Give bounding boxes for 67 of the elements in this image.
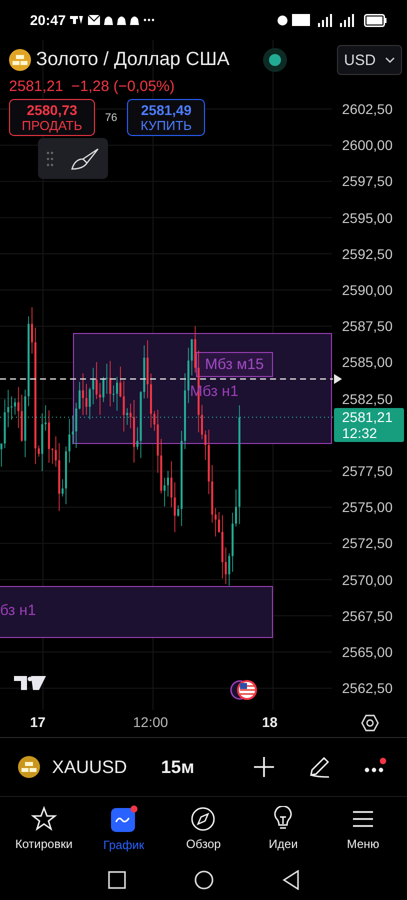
- status-time: 20:47: [30, 12, 66, 28]
- interval-button[interactable]: 15м: [161, 756, 194, 778]
- nav-tab[interactable]: Идеи: [245, 806, 322, 851]
- price-axis-label: 2602,50: [342, 100, 393, 118]
- signal-icon: [318, 14, 332, 26]
- nav-tab[interactable]: Меню: [325, 806, 402, 851]
- price-axis-label: 2590,00: [342, 281, 393, 299]
- nav-tab[interactable]: График: [86, 805, 162, 852]
- recent-apps-icon[interactable]: [108, 871, 126, 889]
- signal-icon: [340, 14, 354, 26]
- drag-handle-icon[interactable]: [46, 150, 54, 166]
- symbol-title: Золото / Доллар США: [36, 49, 230, 71]
- buy-button[interactable]: 2581,49 КУПИТЬ: [127, 99, 206, 136]
- compass-icon: [190, 806, 216, 832]
- price-axis-label: 2587,50: [342, 317, 393, 336]
- zone-label: Мбз м15: [196, 352, 273, 377]
- price-axis-label: 2600,00: [342, 136, 393, 154]
- time-axis-label: 17: [30, 714, 46, 730]
- bell-icon: [130, 14, 139, 26]
- settings-icon[interactable]: [361, 714, 379, 732]
- arrow-icon: [334, 374, 342, 384]
- flag-icon: [230, 680, 257, 700]
- mail-icon: [88, 15, 100, 25]
- plus-icon[interactable]: [253, 756, 275, 778]
- price-axis-label: 2567,50: [342, 606, 393, 625]
- price-change: −1,28 (−0,05%): [71, 78, 175, 95]
- price-axis-label: 2565,00: [342, 643, 393, 661]
- time-axis-label: 12:00: [133, 714, 168, 730]
- currency-dropdown[interactable]: USD: [337, 45, 402, 75]
- price-axis-label: 2585,00: [342, 353, 393, 372]
- price-axis-label: 2597,50: [342, 172, 393, 190]
- price-axis-label: 2577,50: [342, 462, 393, 480]
- symbol-button[interactable]: XAUUSD: [52, 756, 128, 778]
- app-logo-icon: [70, 15, 84, 25]
- brush-icon[interactable]: [68, 146, 100, 170]
- bullion-icon: [18, 756, 40, 778]
- price-axis-label: 2595,00: [342, 208, 393, 227]
- current-price: 2581,21: [342, 409, 394, 425]
- last-price: 2581,21: [9, 78, 64, 95]
- alarm-icon: [277, 14, 288, 26]
- time-axis-label: 18: [262, 714, 278, 730]
- bar-countdown: 12:32: [342, 425, 378, 441]
- price-axis-label: 2582,50: [342, 390, 393, 408]
- price-axis-label: 2570,00: [342, 570, 393, 589]
- back-icon[interactable]: [282, 870, 300, 890]
- star-icon: [30, 806, 57, 832]
- price-axis-label: 2575,00: [342, 498, 393, 516]
- price-axis-label: 2592,50: [342, 244, 393, 263]
- home-icon[interactable]: [194, 870, 214, 890]
- zone-label: бз н1: [0, 601, 36, 620]
- nav-tab[interactable]: Котировки: [6, 806, 82, 851]
- pen-icon[interactable]: [307, 755, 331, 779]
- chart-icon: [110, 805, 138, 833]
- spread-value: 76: [105, 112, 118, 124]
- caret-icon: [385, 57, 395, 63]
- price-axis-label: 2572,50: [342, 534, 393, 552]
- bullion-icon: [9, 49, 31, 71]
- wifi-calling-icon: [292, 14, 310, 26]
- battery-icon: [364, 14, 387, 26]
- price-axis-label: 2562,50: [342, 679, 393, 698]
- sell-button[interactable]: 2580,73 ПРОДАТЬ: [9, 99, 95, 136]
- logo-icon: [14, 676, 46, 690]
- bell-icon: [116, 14, 126, 26]
- bell-icon: [104, 14, 113, 26]
- more-icon: [142, 18, 155, 22]
- status-dot-icon: [262, 48, 287, 72]
- nav-tab[interactable]: Обзор: [165, 806, 242, 851]
